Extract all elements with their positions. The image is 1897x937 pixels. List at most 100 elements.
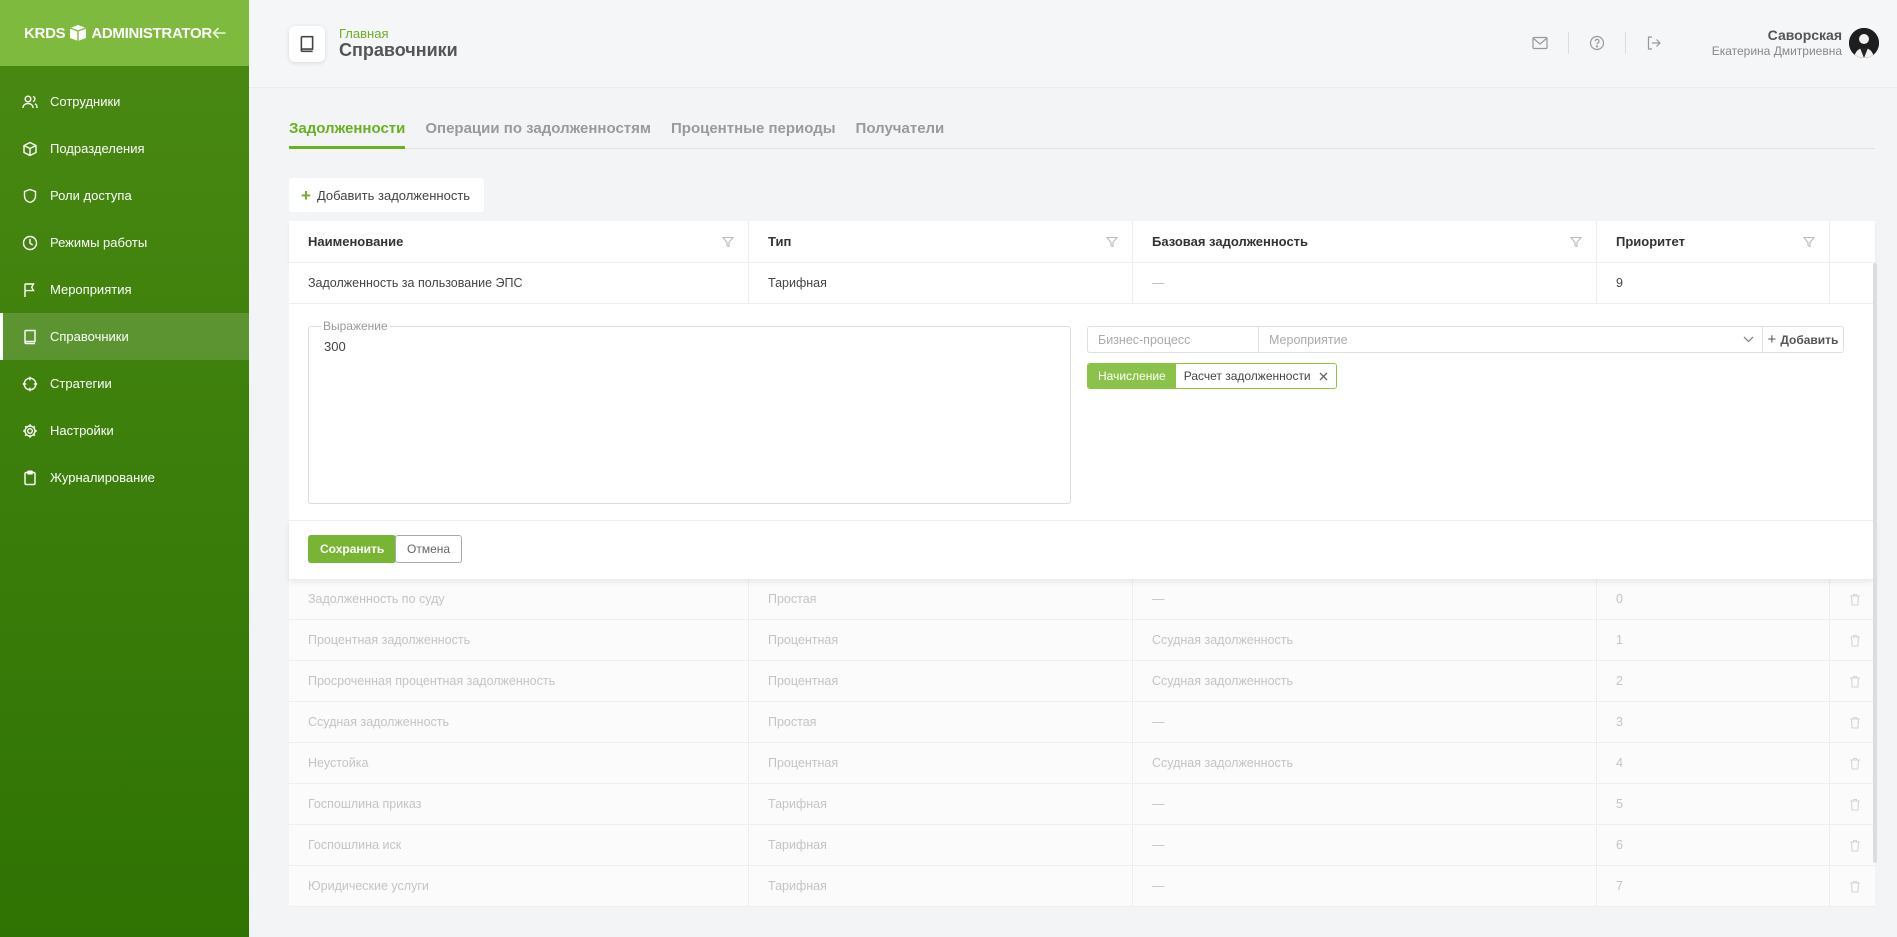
sidebar-item-departments[interactable]: Подразделения: [0, 125, 249, 172]
collapse-sidebar-icon[interactable]: [212, 26, 226, 40]
cell-actions: [1830, 263, 1875, 303]
cell-name: Задолженность за пользование ЭПС: [289, 263, 749, 303]
close-icon[interactable]: [1319, 372, 1328, 381]
table-row[interactable]: Госпошлина приказ Тарифная —5: [289, 784, 1875, 825]
cell-type: Процентная: [749, 743, 1133, 783]
debts-table: Наименование Тип Базовая задолженность П…: [289, 221, 1875, 907]
cell-type: Тарифная: [749, 263, 1133, 303]
clock-icon: [22, 235, 38, 250]
add-event-button[interactable]: + Добавить: [1762, 326, 1844, 353]
tab-debt-operations[interactable]: Операции по задолженностям: [425, 120, 651, 149]
cancel-button[interactable]: Отмена: [395, 535, 463, 563]
sidebar-item-references[interactable]: Справочники: [0, 313, 249, 360]
flag-icon: [24, 282, 35, 297]
sidebar-item-events[interactable]: Мероприятия: [0, 266, 249, 313]
sidebar-item-access-roles[interactable]: Роли доступа: [0, 172, 249, 219]
page-header: Главная Справочники Саворская Екатерина …: [249, 0, 1897, 88]
add-debt-label: Добавить задолженность: [316, 187, 471, 203]
trash-icon[interactable]: [1849, 880, 1861, 893]
sidebar-item-strategies[interactable]: Стратегии: [0, 360, 249, 407]
tab-debts[interactable]: Задолженности: [289, 120, 406, 149]
tag-type: Начисление: [1088, 364, 1176, 388]
scrollbar[interactable]: [1873, 263, 1877, 863]
table-row[interactable]: Юридические услуги Тарифная —7: [289, 866, 1875, 907]
business-process-picker: Бизнес-процесс Мероприятие + Добавить: [1087, 326, 1844, 353]
plus-icon: +: [1767, 331, 1777, 348]
cell-type: Тарифная: [749, 866, 1133, 906]
avatar[interactable]: [1849, 28, 1879, 58]
sidebar: KRDS ADMINISTRATOR Сотрудники Подразделе…: [0, 0, 249, 937]
logo-right-text: ADMINISTRATOR: [91, 24, 212, 42]
filter-icon[interactable]: [1803, 236, 1815, 248]
sidebar-item-label: Роли доступа: [50, 188, 132, 203]
sidebar-item-settings[interactable]: Настройки: [0, 407, 249, 454]
user-last-name: Саворская: [1767, 27, 1842, 43]
table-body: Задолженность по суду Простая —0 Процентная…: [289, 579, 1875, 907]
cell-priority: 1: [1597, 620, 1830, 660]
tab-recipients[interactable]: Получатели: [856, 120, 945, 149]
cell-actions: [1830, 784, 1875, 824]
cell-base: —: [1133, 263, 1597, 303]
add-debt-button[interactable]: + Добавить задолженность: [289, 178, 485, 212]
sidebar-item-label: Режимы работы: [50, 235, 148, 250]
sidebar-item-employees[interactable]: Сотрудники: [0, 78, 249, 125]
cell-priority: 7: [1597, 866, 1830, 906]
user-info[interactable]: Саворская Екатерина Дмитриевна: [1712, 27, 1842, 58]
trash-icon[interactable]: [1849, 675, 1861, 688]
app-logo[interactable]: KRDS ADMINISTRATOR: [24, 24, 212, 42]
page-book-icon: [289, 26, 325, 62]
sidebar-item-work-modes[interactable]: Режимы работы: [0, 219, 249, 266]
table-row[interactable]: Госпошлина иск Тарифная —6: [289, 825, 1875, 866]
logout-icon[interactable]: [1643, 32, 1665, 54]
cell-base: —: [1133, 866, 1597, 906]
chevron-down-icon: [1743, 336, 1754, 343]
row-editor: Выражение 300 Бизнес-процесс Мероприятие…: [289, 304, 1875, 521]
cell-type: Тарифная: [749, 825, 1133, 865]
table-row[interactable]: Задолженность по суду Простая —0: [289, 579, 1875, 620]
save-button[interactable]: Сохранить: [308, 535, 397, 563]
mail-icon[interactable]: [1529, 32, 1551, 54]
tab-interest-periods[interactable]: Процентные периоды: [671, 120, 836, 149]
cell-base: —: [1133, 825, 1597, 865]
clipboard-icon: [24, 470, 36, 485]
cell-type: Процентная: [749, 620, 1133, 660]
filter-icon[interactable]: [1570, 236, 1582, 248]
sidebar-nav: Сотрудники Подразделения Роли доступа Ре…: [0, 78, 249, 501]
cell-actions: [1830, 579, 1875, 619]
table-row[interactable]: Ссудная задолженность Простая —3: [289, 702, 1875, 743]
breadcrumb[interactable]: Главная: [339, 26, 388, 41]
trash-icon[interactable]: [1849, 839, 1861, 852]
logo-box-icon: [70, 25, 87, 41]
expression-field[interactable]: Выражение 300: [308, 319, 1071, 504]
sidebar-item-logging[interactable]: Журналирование: [0, 454, 249, 501]
cell-name: Юридические услуги: [289, 866, 749, 906]
filter-icon[interactable]: [1106, 236, 1118, 248]
event-select[interactable]: Мероприятие: [1258, 326, 1762, 353]
business-process-select[interactable]: Бизнес-процесс: [1087, 326, 1258, 353]
table-row-selected[interactable]: Задолженность за пользование ЭПС Тарифна…: [289, 263, 1875, 304]
logo-left-text: KRDS: [24, 24, 66, 42]
trash-icon[interactable]: [1849, 757, 1861, 770]
trash-icon[interactable]: [1849, 634, 1861, 647]
trash-icon[interactable]: [1849, 798, 1861, 811]
trash-icon[interactable]: [1849, 593, 1861, 606]
column-header-type: Тип: [749, 221, 1133, 262]
filter-icon[interactable]: [722, 236, 734, 248]
table-row[interactable]: Просроченная процентная задолженность Про…: [289, 661, 1875, 702]
cell-base: Ссудная задолженность: [1133, 661, 1597, 701]
page-title: Справочники: [339, 40, 458, 60]
help-icon[interactable]: [1586, 32, 1608, 54]
table-header: Наименование Тип Базовая задолженность П…: [289, 221, 1875, 263]
column-header-base: Базовая задолженность: [1133, 221, 1597, 262]
header-divider: [1568, 32, 1569, 54]
table-row[interactable]: Процентная задолженность Процентная Ссудна…: [289, 620, 1875, 661]
trash-icon[interactable]: [1849, 716, 1861, 729]
column-label: Тип: [768, 234, 792, 249]
shield-icon: [23, 188, 37, 203]
cell-type: Процентная: [749, 661, 1133, 701]
tag-name-label: Расчет задолженности: [1183, 369, 1311, 383]
gear-icon: [23, 423, 37, 438]
sidebar-item-label: Стратегии: [50, 376, 112, 391]
cell-actions: [1830, 702, 1875, 742]
table-row[interactable]: Неустойка Процентная Ссудная задолженность…: [289, 743, 1875, 784]
